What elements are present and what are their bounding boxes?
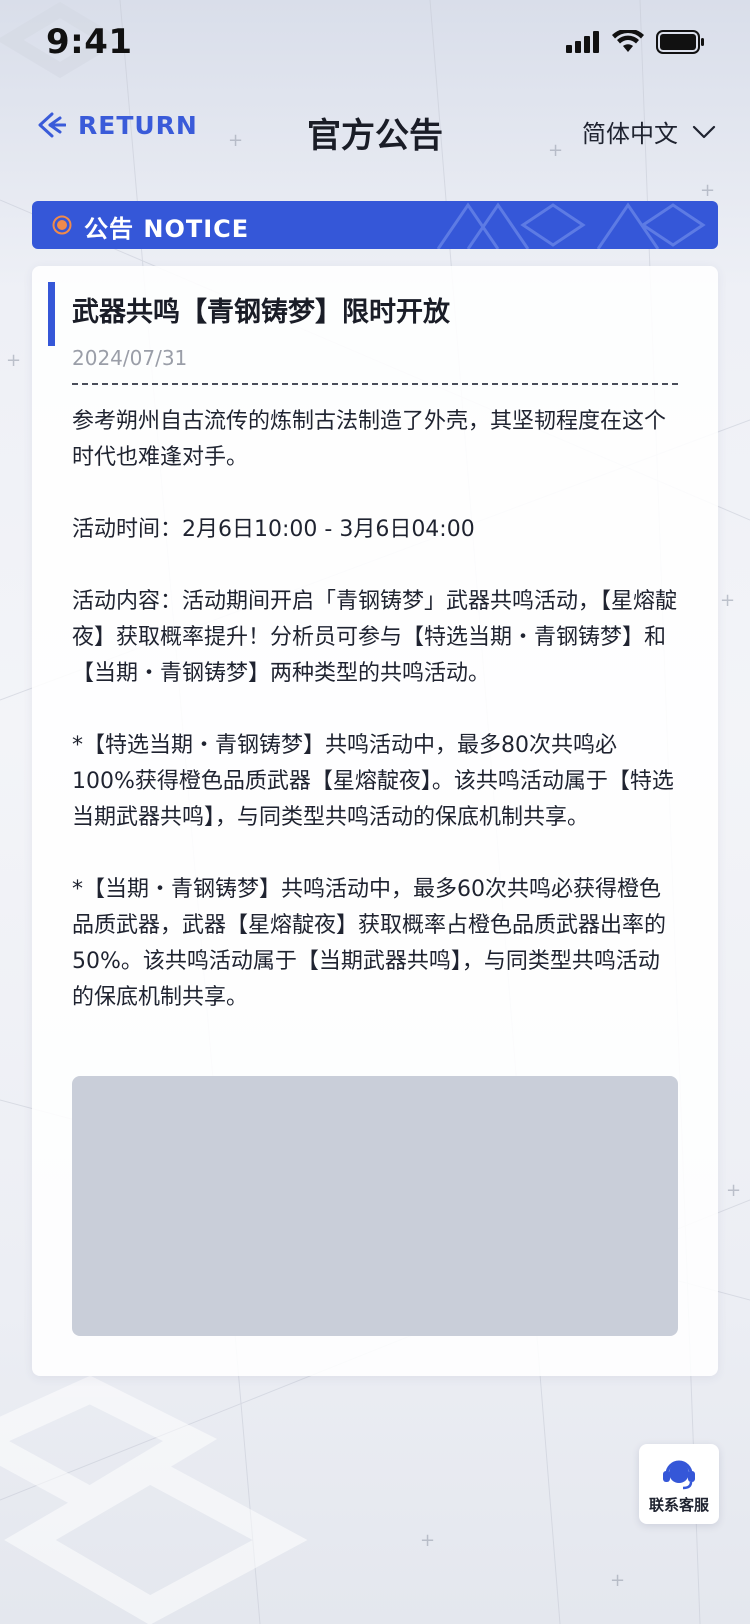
body-paragraph: *【当期・青钢铸梦】共鸣活动中，最多60次共鸣必获得橙色品质武器，武器【星熔靛夜… xyxy=(72,877,667,1010)
signal-icon xyxy=(566,31,599,53)
status-icons xyxy=(566,30,704,54)
announcement-title: 武器共鸣【青钢铸梦】限时开放 xyxy=(72,297,450,328)
announcement-image xyxy=(72,1076,678,1336)
body-paragraph: 活动时间：2月6日10:00 - 3月6日04:00 xyxy=(72,517,475,542)
svg-text:+: + xyxy=(610,1570,625,1591)
headset-icon xyxy=(663,1460,695,1490)
body-paragraph: 活动内容：活动期间开启「青钢铸梦」武器共鸣活动，【星熔靛夜】获取概率提升！分析员… xyxy=(72,589,678,686)
svg-text:+: + xyxy=(6,350,21,371)
title-accent-bar xyxy=(48,282,55,346)
body-paragraph: *【特选当期・青钢铸梦】共鸣活动中，最多80次共鸣必100%获得橙色品质武器【星… xyxy=(72,733,674,830)
language-label: 简体中文 xyxy=(582,120,678,148)
nav-bar: RETURN 官方公告 简体中文 xyxy=(0,100,750,164)
chevron-down-icon xyxy=(692,125,716,138)
notice-banner: 公告 NOTICE xyxy=(32,201,718,249)
announcement-card: 武器共鸣【青钢铸梦】限时开放 2024/07/31 参考朔州自古流传的炼制古法制… xyxy=(32,266,718,1376)
notice-label: 公告 NOTICE xyxy=(84,215,250,243)
svg-text:+: + xyxy=(420,1530,435,1551)
svg-text:+: + xyxy=(726,1180,741,1201)
wifi-icon xyxy=(612,30,644,52)
body-paragraph: 参考朔州自古流传的炼制古法制造了外壳，其坚韧程度在这个时代也难逢对手。 xyxy=(72,409,667,470)
svg-text:+: + xyxy=(700,180,715,201)
notice-decoration xyxy=(436,202,706,249)
notice-dot-icon xyxy=(52,215,72,235)
divider xyxy=(72,383,678,385)
language-select[interactable]: 简体中文 xyxy=(582,114,716,149)
status-time: 9:41 xyxy=(46,22,133,62)
announcement-date: 2024/07/31 xyxy=(72,346,188,370)
announcement-body: 参考朔州自古流传的炼制古法制造了外壳，其坚韧程度在这个时代也难逢对手。 活动时间… xyxy=(72,404,678,1016)
contact-support-button[interactable]: 联系客服 xyxy=(639,1444,719,1524)
contact-support-label: 联系客服 xyxy=(648,1496,709,1514)
battery-icon xyxy=(656,30,704,54)
svg-text:+: + xyxy=(720,590,735,611)
status-bar: 9:41 xyxy=(0,0,750,88)
